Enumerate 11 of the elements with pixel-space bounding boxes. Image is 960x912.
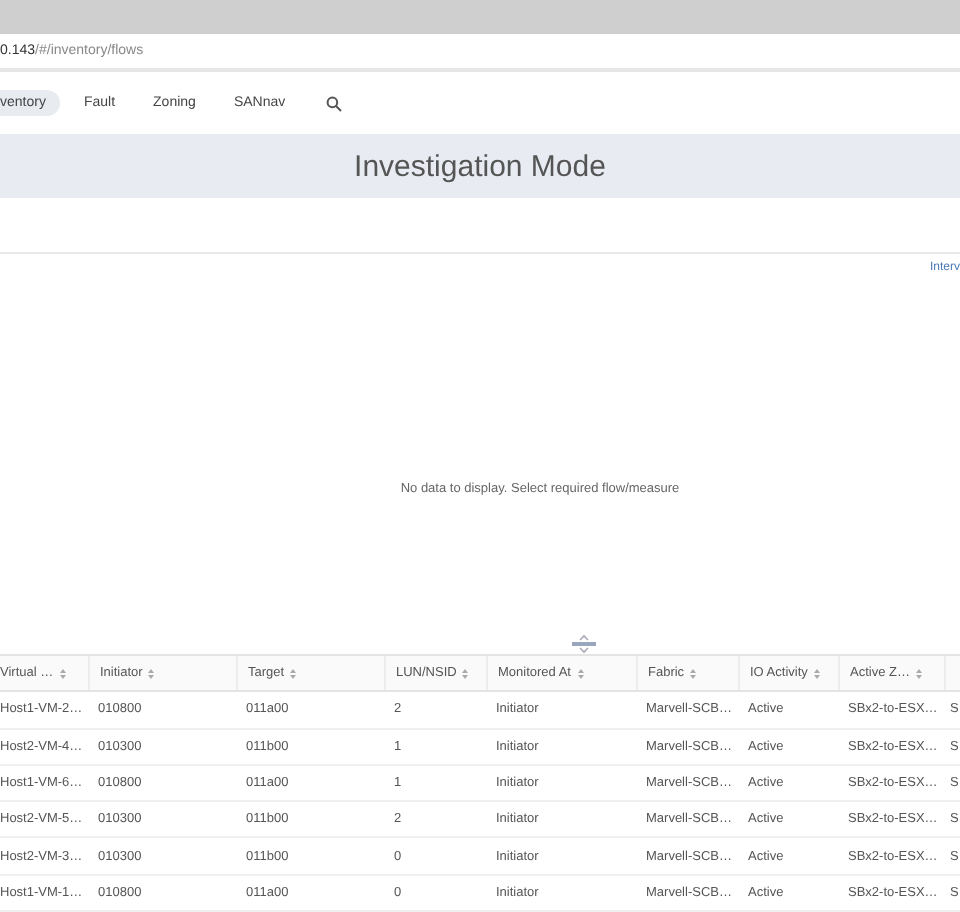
sort-icon[interactable] (915, 667, 922, 680)
sort-icon[interactable] (577, 667, 583, 680)
search-icon[interactable] (325, 95, 342, 111)
resize-handle-icon[interactable] (572, 634, 596, 655)
sort-icon[interactable] (148, 667, 155, 680)
page-title: Investigation Mode (354, 149, 606, 183)
sort-icon[interactable] (59, 667, 66, 680)
sort-icon[interactable] (813, 667, 820, 680)
sort-icon[interactable] (462, 667, 469, 680)
sort-icon[interactable] (290, 667, 297, 680)
sort-icon[interactable] (690, 667, 697, 680)
